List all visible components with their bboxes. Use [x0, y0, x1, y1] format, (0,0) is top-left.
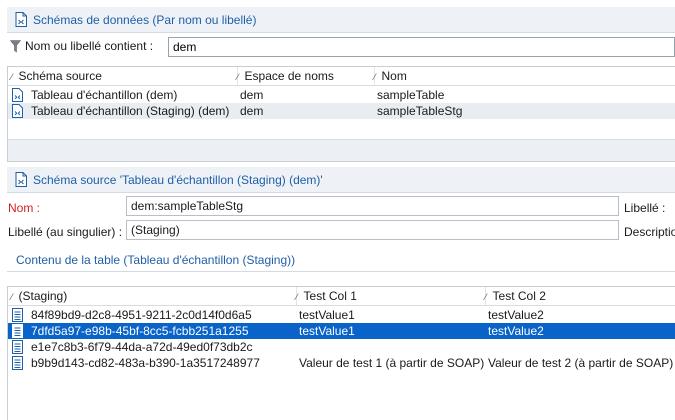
source-panel-header: Schéma source 'Tableau d'échantillon (St…	[7, 167, 675, 193]
record-id: e1e7c8b3-6f79-44da-a72d-49ed0f73db2c	[31, 340, 253, 354]
column-header-test-col-1[interactable]: ⁄ Test Col 1	[296, 289, 357, 303]
schema-namespace: dem	[240, 104, 264, 118]
divider	[7, 271, 675, 272]
name-field[interactable]	[126, 196, 619, 216]
record-id: 84f89bd9-d2c8-4951-9211-2c0d14f0d6a5	[31, 308, 252, 322]
record-col1: Valeur de test 1 (à partir de SOAP)	[299, 356, 485, 370]
column-header-name[interactable]: ⁄ Nom	[374, 69, 407, 83]
schemas-panel-title: Schémas de données (Par nom ou libellé)	[33, 12, 257, 27]
filter-label: Nom ou libellé contient :	[25, 39, 154, 53]
column-sort-icon: ⁄	[374, 72, 376, 82]
filter-row: Nom ou libellé contient :	[7, 36, 675, 58]
record-icon	[12, 340, 23, 354]
column-sort-icon: ⁄	[11, 292, 13, 302]
record-col2: testValue2	[488, 324, 544, 338]
schemas-grid-header: ⁄ Schéma source ⁄ Espace de noms ⁄ Nom	[8, 67, 675, 86]
column-header-namespace[interactable]: ⁄ Espace de noms	[237, 69, 334, 83]
content-grid-header: ⁄ (Staging) ⁄ Test Col 1 ⁄ Test Col 2	[8, 287, 675, 306]
schema-document-icon	[15, 12, 27, 27]
source-panel-title: Schéma source 'Tableau d'échantillon (St…	[33, 172, 323, 187]
record-col1: testValue1	[299, 308, 355, 322]
column-sort-icon: ⁄	[237, 72, 239, 82]
record-id: 7dfd5a97-e98b-45bf-8cc5-fcbb251a1255	[31, 324, 249, 338]
name-label: Nom :	[8, 201, 41, 215]
table-row-selected[interactable]: 7dfd5a97-e98b-45bf-8cc5-fcbb251a1255 tes…	[8, 323, 675, 339]
schemas-grid: ⁄ Schéma source ⁄ Espace de noms ⁄ Nom Tabl…	[7, 66, 675, 162]
record-col2: Valeur de test 2 (à partir de SOAP)	[488, 356, 674, 370]
schema-source-label: Tableau d'échantillon (Staging) (dem)	[31, 104, 230, 118]
record-icon	[12, 324, 23, 338]
content-grid: ⁄ (Staging) ⁄ Test Col 1 ⁄ Test Col 2 84f89…	[7, 286, 675, 420]
schemas-panel-header: Schémas de données (Par nom ou libellé)	[7, 7, 675, 33]
schema-file-icon	[12, 88, 23, 102]
singular-field[interactable]	[126, 220, 619, 240]
schema-name: sampleTableStg	[377, 104, 463, 118]
record-id: b9b9d143-cd82-483a-b390-1a3517248977	[31, 356, 260, 370]
record-col1: testValue1	[299, 324, 355, 338]
schema-file-icon	[12, 104, 23, 118]
column-header-source-schema[interactable]: ⁄ Schéma source	[11, 69, 102, 83]
column-header-staging[interactable]: ⁄ (Staging)	[11, 289, 67, 303]
record-icon	[12, 308, 23, 322]
record-col2: testValue2	[488, 308, 544, 322]
table-content-title: Contenu de la table (Tableau d'échantill…	[16, 253, 296, 267]
schema-namespace: dem	[240, 88, 264, 102]
singular-label: Libellé (au singulier) :	[8, 225, 123, 239]
schema-name: sampleTable	[377, 88, 445, 102]
table-row[interactable]: e1e7c8b3-6f79-44da-a72d-49ed0f73db2c	[8, 339, 675, 355]
schemas-grid-footer	[8, 139, 675, 161]
column-sort-icon: ⁄	[11, 72, 13, 82]
column-header-test-col-2[interactable]: ⁄ Test Col 2	[485, 289, 546, 303]
schema-document-icon	[15, 172, 27, 187]
description-label: Descriptio	[624, 225, 675, 239]
record-icon	[12, 356, 23, 370]
table-row[interactable]: 84f89bd9-d2c8-4951-9211-2c0d14f0d6a5 tes…	[8, 307, 675, 323]
filter-input[interactable]	[168, 37, 675, 57]
table-row[interactable]: b9b9d143-cd82-483a-b390-1a3517248977 Val…	[8, 355, 675, 371]
schema-row[interactable]: Tableau d'échantillon (Staging) (dem) de…	[8, 103, 675, 119]
libelle-label: Libellé :	[624, 201, 666, 215]
column-sort-icon: ⁄	[296, 292, 298, 302]
column-sort-icon: ⁄	[485, 292, 487, 302]
filter-funnel-icon[interactable]	[10, 40, 21, 53]
schema-row[interactable]: Tableau d'échantillon (dem) dem sampleTa…	[8, 87, 675, 103]
schema-source-label: Tableau d'échantillon (dem)	[31, 88, 178, 102]
